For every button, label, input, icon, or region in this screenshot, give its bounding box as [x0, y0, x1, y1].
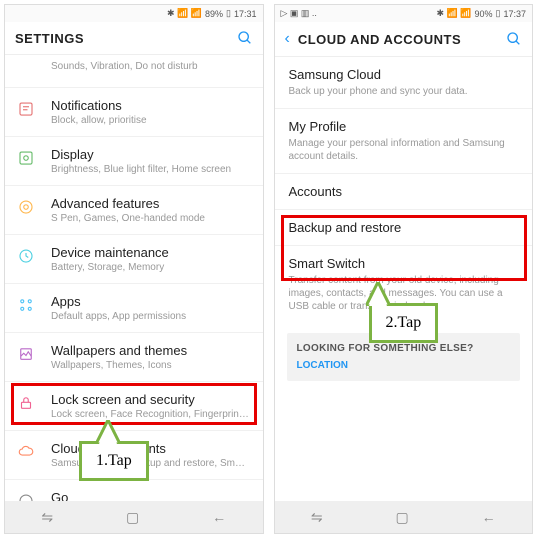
callout-tap2: 2.Tap [369, 303, 439, 343]
sounds-icon [17, 61, 37, 81]
wallpapers-icon [17, 345, 37, 365]
row-backup-restore[interactable]: Backup and restore [275, 210, 533, 246]
cloud-accounts-screen: ▷ ▣ ▥ .. ✱ 📶 📶 90% ▯ 17:37 ‹ CLOUD AND A… [274, 4, 534, 534]
location-link[interactable]: LOCATION [297, 360, 511, 371]
row-accounts[interactable]: Accounts [275, 174, 533, 210]
recent-apps-button[interactable]: ⇋ [41, 509, 53, 526]
settings-row-sounds[interactable]: Sounds, Vibration, Do not disturb [5, 55, 263, 88]
battery-percent: 90% [475, 9, 493, 19]
home-button[interactable]: ▢ [396, 509, 409, 526]
battery-icon: ▯ [226, 8, 231, 19]
status-icons: ✱ 📶 📶 [167, 8, 202, 19]
nav-bar-right: ⇋ ▢ ← [275, 501, 533, 533]
notifications-icon [17, 100, 37, 120]
battery-icon: ▯ [496, 8, 501, 19]
settings-row-advanced[interactable]: Advanced featuresS Pen, Games, One-hande… [5, 186, 263, 235]
settings-row-maintenance[interactable]: Device maintenanceBattery, Storage, Memo… [5, 235, 263, 284]
status-icons: ✱ 📶 📶 [437, 8, 472, 19]
settings-row-display[interactable]: DisplayBrightness, Blue light filter, Ho… [5, 137, 263, 186]
search-icon[interactable] [237, 30, 253, 46]
settings-screen: ✱ 📶 📶 89% ▯ 17:31 SETTINGS Sounds, Vibra… [4, 4, 264, 534]
status-bar-right: ▷ ▣ ▥ .. ✱ 📶 📶 90% ▯ 17:37 [275, 5, 533, 22]
maintenance-icon [17, 247, 37, 267]
search-icon[interactable] [506, 31, 522, 47]
lock-icon [17, 394, 37, 414]
display-icon [17, 149, 37, 169]
status-time: 17:37 [503, 9, 526, 19]
status-bar-left: ✱ 📶 📶 89% ▯ 17:31 [5, 5, 263, 22]
looking-title: LOOKING FOR SOMETHING ELSE? [297, 343, 511, 354]
status-icons-left: ▷ ▣ ▥ .. [281, 8, 317, 19]
row-my-profile[interactable]: My Profile Manage your personal informat… [275, 109, 533, 174]
settings-row-lockscreen[interactable]: Lock screen and securityLock screen, Fac… [5, 382, 263, 431]
cloud-icon [17, 443, 37, 463]
back-button[interactable]: ← [212, 509, 226, 525]
callout-tap1: 1.Tap [79, 441, 149, 481]
header-title: CLOUD AND ACCOUNTS [298, 32, 506, 47]
row-samsung-cloud[interactable]: Samsung Cloud Back up your phone and syn… [275, 57, 533, 109]
nav-bar-left: ⇋ ▢ ← [5, 501, 263, 533]
header-title: SETTINGS [15, 31, 237, 46]
settings-row-wallpapers[interactable]: Wallpapers and themesWallpapers, Themes,… [5, 333, 263, 382]
back-icon[interactable]: ‹ [285, 30, 290, 48]
settings-header: SETTINGS [5, 22, 263, 55]
status-time: 17:31 [234, 9, 257, 19]
battery-percent: 89% [205, 9, 223, 19]
recent-apps-button[interactable]: ⇋ [311, 509, 323, 526]
back-button[interactable]: ← [482, 509, 496, 525]
apps-icon [17, 296, 37, 316]
settings-row-apps[interactable]: AppsDefault apps, App permissions [5, 284, 263, 333]
settings-row-notifications[interactable]: NotificationsBlock, allow, prioritise [5, 88, 263, 137]
cloud-header: ‹ CLOUD AND ACCOUNTS [275, 22, 533, 57]
advanced-icon [17, 198, 37, 218]
home-button[interactable]: ▢ [126, 509, 139, 526]
